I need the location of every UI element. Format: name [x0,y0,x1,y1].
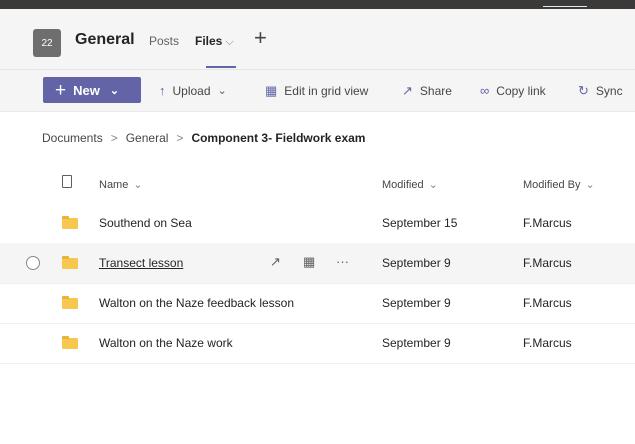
channel-header: 22 General Posts Files ⌵ + [0,9,635,70]
upload-icon: ↑ [159,83,166,98]
item-modified: September 9 [382,256,451,270]
breadcrumb-general[interactable]: General [126,131,169,145]
list-item[interactable]: Transect lesson ↗ ▦ ··· September 9 F.Ma… [0,243,635,284]
folder-icon [62,296,78,309]
item-modified-by: F.Marcus [523,256,572,270]
channel-name: General [75,31,135,48]
chevron-down-icon: ⌄ [130,179,143,191]
column-name[interactable]: Name ⌄ [99,178,143,191]
share-label: Share [419,84,452,98]
copy-link-button[interactable]: ∞ Copy link [480,83,546,98]
share-icon: ↗ [402,83,413,98]
column-header-row: Name ⌄ Modified ⌄ Modified By ⌄ [0,172,635,194]
folder-icon [62,216,78,229]
edit-grid-view-label: Edit in grid view [284,84,369,98]
column-modified-by-label: Modified By [523,179,581,191]
breadcrumb-separator-icon: > [176,131,184,145]
active-tab-indicator [206,66,236,68]
chevron-down-icon: ⌄ [109,84,120,97]
new-button[interactable]: + New ⌄ [43,77,141,103]
tab-files[interactable]: Files ⌵ [195,34,234,49]
item-modified-by: F.Marcus [523,216,572,230]
share-icon[interactable]: ↗ [270,254,281,270]
column-modified-by[interactable]: Modified By ⌄ [523,178,595,191]
column-modified-label: Modified [382,179,424,191]
item-modified-by: F.Marcus [523,296,572,310]
more-actions-icon[interactable]: ··· [336,254,349,269]
plus-icon: + [55,79,67,101]
item-modified-by: F.Marcus [523,336,572,350]
folder-icon [62,256,78,269]
top-bar-mark [543,6,587,7]
item-modified: September 9 [382,296,451,310]
list-item[interactable]: Walton on the Naze feedback lesson Septe… [0,283,635,324]
tab-posts[interactable]: Posts [149,34,179,48]
chevron-down-icon: ⌄ [582,179,595,191]
grid-icon: ▦ [265,83,278,98]
link-icon: ∞ [480,83,490,98]
edit-grid-view-button[interactable]: ▦ Edit in grid view [265,83,368,99]
item-name[interactable]: Southend on Sea [99,216,192,230]
sync-button[interactable]: ↻ Sync [578,83,623,99]
document-icon [62,175,72,188]
new-button-label: New [73,82,100,98]
item-name[interactable]: Walton on the Naze feedback lesson [99,296,294,310]
breadcrumb: Documents > General > Component 3- Field… [42,131,365,145]
copy-link-label: Copy link [496,83,546,98]
upload-button[interactable]: ↑ Upload ⌄ [159,83,227,98]
breadcrumb-current-folder: Component 3- Fieldwork exam [191,131,366,145]
tab-posts-label: Posts [149,34,180,48]
folder-icon [62,336,78,349]
column-name-label: Name [99,179,129,191]
copy-link-icon[interactable]: ▦ [303,254,315,270]
chevron-down-icon: ⌄ [217,85,227,97]
sync-label: Sync [595,84,623,98]
team-avatar[interactable]: 22 [33,29,61,57]
item-name[interactable]: Transect lesson [99,256,183,270]
chevron-down-icon: ⌵ [225,36,234,48]
sync-icon: ↻ [578,83,589,98]
breadcrumb-separator-icon: > [110,131,118,145]
app-top-bar [0,0,635,9]
select-radio[interactable] [26,256,40,270]
item-modified: September 15 [382,216,458,230]
upload-label: Upload [172,83,211,98]
tab-files-label: Files [195,34,223,48]
list-item[interactable]: Southend on Sea September 15 F.Marcus [0,203,635,244]
item-modified: September 9 [382,336,451,350]
share-button[interactable]: ↗ Share [402,83,452,99]
list-item[interactable]: Walton on the Naze work September 9 F.Ma… [0,323,635,364]
breadcrumb-documents[interactable]: Documents [42,131,103,145]
chevron-down-icon: ⌄ [425,179,438,191]
column-modified[interactable]: Modified ⌄ [382,178,438,191]
item-name[interactable]: Walton on the Naze work [99,336,233,350]
add-tab-button[interactable]: + [254,27,267,49]
